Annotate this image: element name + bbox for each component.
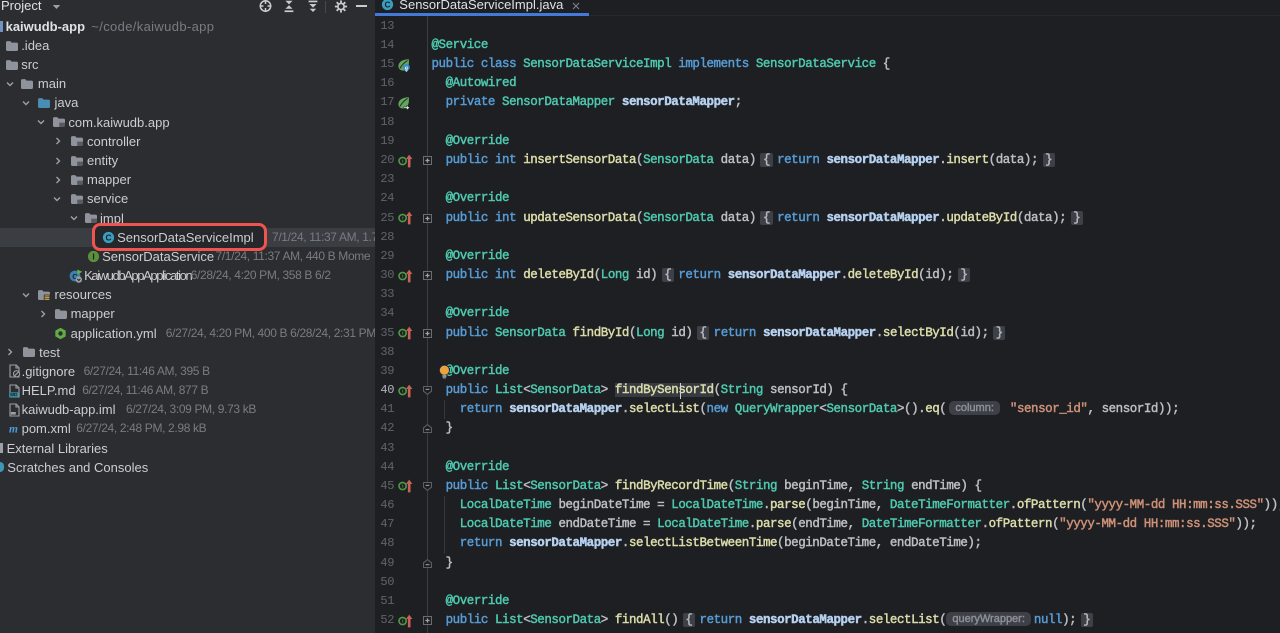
svg-text:C: C: [106, 232, 112, 242]
svg-text:C: C: [384, 0, 390, 10]
svg-text:MD: MD: [10, 392, 18, 397]
svg-text:I: I: [92, 252, 94, 262]
svg-text:m: m: [9, 424, 18, 436]
